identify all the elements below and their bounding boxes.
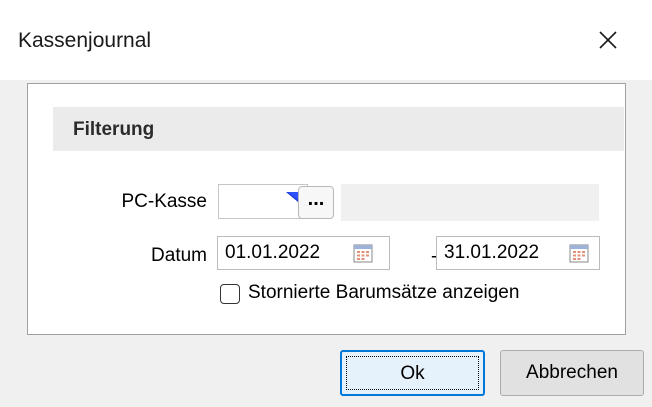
calendar-icon[interactable] xyxy=(353,243,373,263)
filter-group-title: Filterung xyxy=(73,119,155,140)
show-cancelled-checkbox[interactable] xyxy=(220,284,240,304)
title-bar: Kassenjournal xyxy=(0,0,652,80)
datum-label: Datum xyxy=(151,245,207,266)
pc-kasse-label: PC-Kasse xyxy=(121,191,207,212)
close-icon xyxy=(599,31,617,49)
close-button[interactable] xyxy=(586,20,630,60)
filter-panel: Filterung PC-Kasse ... Datum 01.01.2022 xyxy=(27,83,626,335)
pc-kasse-lookup-button[interactable]: ... xyxy=(298,186,334,219)
calendar-icon[interactable] xyxy=(569,243,589,263)
pc-kasse-description xyxy=(341,184,599,221)
show-cancelled-label[interactable]: Stornierte Barumsätze anzeigen xyxy=(248,282,519,304)
dialog-window: Kassenjournal Filterung PC-Kasse ... Dat… xyxy=(0,0,652,407)
ok-button[interactable]: Ok xyxy=(340,350,485,396)
window-title: Kassenjournal xyxy=(18,29,152,52)
ok-button-label: Ok xyxy=(400,363,425,384)
filter-group-header: Filterung xyxy=(53,107,624,151)
cancel-button[interactable]: Abbrechen xyxy=(500,350,644,396)
